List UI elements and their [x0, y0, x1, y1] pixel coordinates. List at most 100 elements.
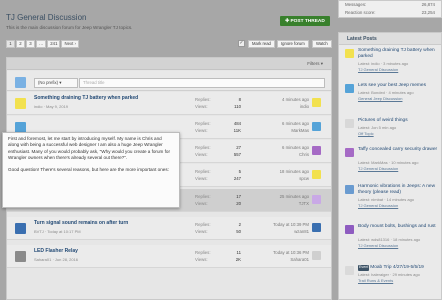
event-badge: Event [358, 265, 370, 271]
latest-post-meta: Latest: nimbat · 14 minutes ago [358, 197, 415, 202]
latest-post-meta: Latest: wds81316 · 18 minutes ago [358, 237, 421, 242]
thread-title-link[interactable]: Turn signal sound remains on after turn [34, 220, 128, 226]
last-post-user[interactable]: spcw [263, 176, 309, 181]
latest-post-title-text[interactable]: Moab Trip 4/27/19-5/5/19 [370, 265, 424, 270]
latest-post-forum-link[interactable]: Off Topic [358, 131, 374, 136]
poster-avatar[interactable] [345, 266, 354, 275]
latest-post-meta: Latest: Bonded · 4 minutes ago [358, 90, 414, 95]
page-3-link[interactable]: 3 [26, 40, 35, 48]
last-post-time[interactable]: Today at 10:36 PM [263, 250, 309, 255]
latest-post-forum-link[interactable]: TJ General Discussion [358, 166, 398, 171]
latest-post-title[interactable]: Body mount bolts, bushings and rust [358, 224, 440, 230]
forum-description: This is the main discussion forum for Je… [6, 25, 133, 30]
post-thread-button[interactable]: ✚ POST THREAD [280, 16, 330, 26]
thread-meta: indio · May 9, 2019 [34, 104, 69, 109]
latest-post-title-text[interactable]: Taffy concealed carry security drawer [358, 147, 437, 152]
last-post-time[interactable]: Today at 10:39 PM [263, 222, 309, 227]
latest-post-forum-link[interactable]: TJ General Discussion [358, 67, 398, 72]
stat-label: Reaction score: [345, 10, 376, 15]
ignore-forum-button[interactable]: Ignore forum [277, 40, 309, 48]
last-poster-avatar[interactable] [312, 98, 321, 107]
latest-post-forum-link[interactable]: Trail Runs & Events [358, 278, 393, 283]
thread-title-link[interactable]: Something draining TJ battery when parke… [34, 95, 138, 101]
last-post-time[interactable]: 6 minutes ago [263, 121, 309, 126]
latest-post-meta: Latest: indio · 3 minutes ago [358, 61, 409, 66]
page-241-link[interactable]: 241 [47, 40, 61, 48]
latest-post-forum-link[interactable]: TJ General Discussion [358, 243, 398, 248]
next-page-link[interactable]: Next › [61, 40, 79, 48]
views-label: Views: [195, 104, 208, 109]
last-poster-avatar[interactable] [312, 223, 321, 232]
last-poster-avatar[interactable] [312, 122, 321, 131]
latest-post-title-text[interactable]: Pictures of weird things [358, 118, 408, 123]
last-post-time[interactable]: 4 minutes ago [263, 97, 309, 102]
latest-post-title-text[interactable]: Harmonic vibrations in Jeeps: A new theo… [358, 184, 435, 195]
latest-post-title[interactable]: Event Moab Trip 4/27/19-5/5/19 [358, 265, 440, 271]
last-poster-avatar[interactable] [312, 170, 321, 179]
views-count: 557 [233, 152, 241, 157]
replies-label: Replies: [195, 169, 211, 174]
replies-count: 2 [238, 222, 241, 227]
replies-label: Replies: [195, 250, 211, 255]
thread-author-avatar[interactable] [15, 98, 26, 109]
views-count: 11K [233, 128, 241, 133]
user-avatar [15, 77, 26, 88]
poster-avatar[interactable] [345, 119, 354, 128]
latest-post-title[interactable]: Something draining TJ battery when parke… [358, 48, 440, 60]
page-ellipsis: … [36, 40, 47, 48]
latest-post-title-text[interactable]: Something draining TJ battery when parke… [358, 48, 435, 59]
latest-post-title[interactable]: Pictures of weird things [358, 118, 440, 124]
filters-menu[interactable]: Filters ▾ [307, 61, 323, 67]
mark-read-button[interactable]: Mark read [248, 40, 275, 48]
filters-bar: Filters ▾ [7, 58, 331, 70]
views-label: Views: [195, 152, 208, 157]
views-count: 110 [234, 104, 241, 109]
thread-row[interactable]: Turn signal sound remains on after turn B… [7, 217, 331, 240]
latest-post-forum-link[interactable]: TJ General Discussion [358, 203, 398, 208]
last-poster-avatar[interactable] [312, 195, 321, 204]
tooltip-paragraph: First and foremost, let me start by intr… [8, 136, 170, 161]
thread-row[interactable]: Something draining TJ battery when parke… [7, 92, 331, 115]
views-label: Views: [195, 257, 208, 262]
latest-post-forum-link[interactable]: General Jeep Discussion [358, 96, 402, 101]
views-count: 247 [233, 176, 241, 181]
last-poster-avatar[interactable] [312, 146, 321, 155]
thread-row[interactable]: LED Flasher Relay Sahara01 · Jun 28, 2016… [7, 245, 331, 268]
poster-avatar[interactable] [345, 185, 354, 194]
watch-button[interactable]: Watch [312, 40, 332, 48]
last-post-user[interactable]: Chris [263, 152, 309, 157]
last-post-user[interactable]: indio [263, 104, 309, 109]
poster-avatar[interactable] [345, 49, 354, 58]
last-post-time[interactable]: 25 minutes ago [263, 194, 309, 199]
poster-avatar[interactable] [345, 148, 354, 157]
prefix-select[interactable]: (No prefix) ▾ [34, 78, 78, 88]
last-post-time[interactable]: 6 minutes ago [263, 145, 309, 150]
page-2-link[interactable]: 2 [16, 40, 25, 48]
latest-post-title-text[interactable]: Lets see your best Jeep memes [358, 83, 426, 88]
poster-avatar[interactable] [345, 84, 354, 93]
last-post-time[interactable]: 18 minutes ago [263, 169, 309, 174]
select-all-checkbox[interactable]: ✓ [238, 40, 245, 47]
replies-count: 8 [238, 97, 241, 102]
latest-post-title[interactable]: Lets see your best Jeep memes [358, 83, 440, 89]
thread-author-avatar[interactable] [15, 251, 26, 262]
thread-title-link[interactable]: LED Flasher Relay [34, 248, 78, 254]
thread-meta: Sahara01 · Jun 28, 2016 [34, 257, 79, 262]
latest-post-title[interactable]: Harmonic vibrations in Jeeps: A new theo… [358, 184, 440, 196]
replies-label: Replies: [195, 121, 211, 126]
last-post-user[interactable]: Sahara01 [263, 257, 309, 262]
latest-post-title-text[interactable]: Body mount bolts, bushings and rust [358, 224, 436, 229]
poster-avatar[interactable] [345, 225, 354, 234]
latest-post-meta: Latest: Jon 5 min ago [358, 125, 397, 130]
last-post-user[interactable]: MarkMas [263, 128, 309, 133]
replies-count: 27 [236, 145, 241, 150]
page-1-link[interactable]: 1 [6, 40, 15, 48]
replies-label: Replies: [195, 194, 211, 199]
thread-title-input[interactable]: Thread title [79, 78, 325, 88]
latest-post-title[interactable]: Taffy concealed carry security drawer [358, 147, 440, 153]
thread-author-avatar[interactable] [15, 223, 26, 234]
last-post-user[interactable]: TJTX [263, 201, 309, 206]
latest-posts-widget: Latest Posts Something draining TJ batte… [338, 32, 442, 300]
last-post-user[interactable]: wzan81 [263, 229, 309, 234]
last-poster-avatar[interactable] [312, 251, 321, 260]
